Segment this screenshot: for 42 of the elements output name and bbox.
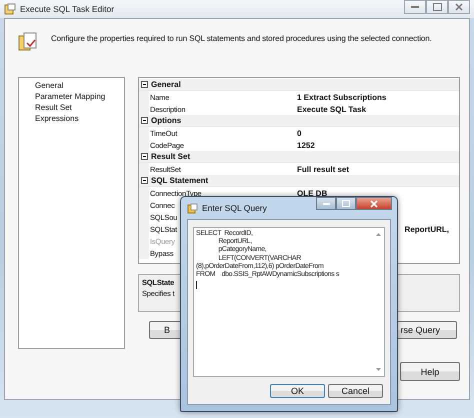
minimize-icon [322,202,330,204]
maximize-button[interactable] [426,0,448,14]
page-list-item[interactable]: Result Set [35,102,124,113]
app-icon [4,3,16,15]
property-value[interactable]: ReportURL, [404,224,449,234]
property-value[interactable]: Full result set [297,164,350,174]
property-value[interactable]: 1 Extract Subscriptions [297,92,386,102]
dialog-button[interactable]: Cancel [328,384,383,398]
property-value[interactable]: OLE DB [297,188,328,198]
collapse-icon[interactable] [141,81,148,88]
scroll-down-icon[interactable] [376,368,381,371]
maximize-button[interactable] [336,197,356,210]
category-label: General [151,80,181,89]
close-button[interactable] [448,0,470,14]
category-label: SQL Statement [151,176,208,185]
page-list-item[interactable]: Parameter Mapping [35,91,124,102]
close-button[interactable] [356,197,392,210]
collapse-icon[interactable] [141,177,148,184]
text-cursor [196,281,197,289]
property-value[interactable]: Execute SQL Task [297,104,366,114]
dialog-icon [187,202,198,214]
task-icon [17,31,39,53]
maximize-icon [432,3,442,11]
dialog-title: Enter SQL Query [202,203,267,213]
window-title: Execute SQL Task Editor [20,4,114,14]
page-list-item[interactable]: Expressions [35,113,124,124]
dialog-button[interactable]: OK [270,384,325,398]
property-value[interactable]: 1252 [297,140,315,150]
property-value[interactable]: 0 [297,128,302,138]
close-icon [455,3,463,11]
maximize-icon [342,200,350,207]
minimize-icon [411,6,419,8]
minimize-button[interactable] [404,0,426,14]
close-icon [370,200,378,208]
page-list-item[interactable]: General [35,80,124,91]
help-button[interactable]: Help [400,362,460,381]
header-description: Configure the properties required to run SQL statements and stored procedures using the selected connection. [51,34,432,43]
collapse-icon[interactable] [141,153,148,160]
category-label: Result Set [151,152,190,161]
category-label: Options [151,116,182,125]
minimize-button[interactable] [316,197,336,210]
collapse-icon[interactable] [141,117,148,124]
